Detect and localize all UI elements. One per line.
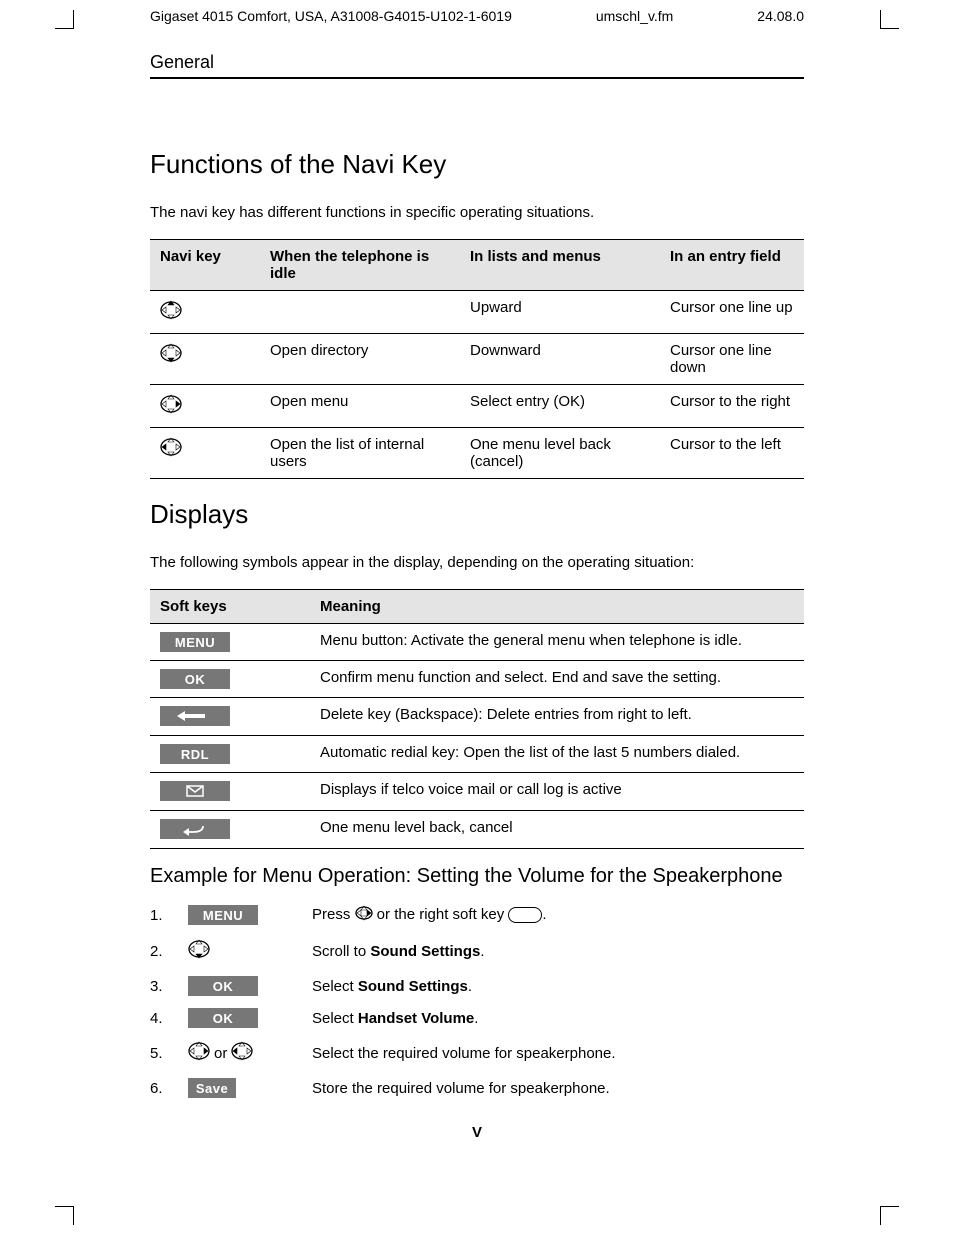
navi-icon-left: [231, 1040, 253, 1066]
softkey-row: One menu level back, cancel: [150, 811, 804, 849]
softkey-ok: OK: [188, 1008, 258, 1028]
navi-idle: [260, 291, 460, 334]
softkey-menu: MENU: [188, 905, 258, 925]
heading-example: Example for Menu Operation: Setting the …: [150, 865, 804, 888]
softkey-save: Save: [188, 1078, 236, 1098]
navi-list: Upward: [460, 291, 660, 334]
navi-entry: Cursor one line down: [660, 334, 804, 385]
step-item: OK Select Handset Volume.: [150, 1002, 804, 1034]
step-text: Select Handset Volume.: [312, 1010, 804, 1027]
navi-icon-right: [188, 1040, 210, 1066]
softkey-mail-icon: [160, 781, 230, 801]
navi-idle: Open the list of inter­nal users: [260, 428, 460, 479]
navi-table: Navi key When the tele­phone is idle In …: [150, 239, 804, 479]
navi-icon-right-inline: [355, 904, 373, 926]
navi-icon-right: [160, 393, 182, 419]
steps-list: MENU Press or the right soft key . Scrol…: [150, 898, 804, 1104]
heading-displays: Displays: [150, 499, 804, 530]
navi-row: Upward Cursor one line up: [150, 291, 804, 334]
step-item: OK Select Sound Settings.: [150, 970, 804, 1002]
step-text: Store the required volume for speakerpho…: [312, 1080, 804, 1097]
navi-list: Select entry (OK): [460, 385, 660, 428]
softkey-row: OK Confirm menu function and select. End…: [150, 661, 804, 698]
step-item: Save Store the required volume for speak…: [150, 1072, 804, 1104]
step-item: Scroll to Sound Settings.: [150, 932, 804, 970]
softkey-meaning: Displays if telco voice mail or call log…: [310, 773, 804, 811]
navi-th-idle: When the tele­phone is idle: [260, 240, 460, 291]
navi-th-list: In lists and menus: [460, 240, 660, 291]
softkey-row: Displays if telco voice mail or call log…: [150, 773, 804, 811]
softkey-table: Soft keys Meaning MENU Menu button: Acti…: [150, 589, 804, 849]
intro-displays: The following symbols appear in the disp…: [150, 554, 804, 571]
softkey-back-icon: [160, 819, 230, 839]
doc-date: 24.08.0: [757, 8, 804, 24]
softkey-ok: OK: [160, 669, 230, 689]
intro-functions: The navi key has different functions in …: [150, 204, 804, 221]
softkey-row: RDL Automatic redial key: Open the list …: [150, 736, 804, 773]
heading-functions: Functions of the Navi Key: [150, 149, 804, 180]
crop-mark-br: [880, 1206, 899, 1225]
navi-entry: Cursor one line up: [660, 291, 804, 334]
navi-icon-down: [160, 342, 182, 368]
navi-list: One menu level back (cancel): [460, 428, 660, 479]
navi-icon-down: [188, 938, 210, 964]
step-text: Select Sound Settings.: [312, 978, 804, 995]
step-text: Scroll to Sound Settings.: [312, 943, 804, 960]
softkey-meaning: Confirm menu function and select. End an…: [310, 661, 804, 698]
page-number: V: [150, 1124, 804, 1141]
step-item: or Select the required volume for speake…: [150, 1034, 804, 1072]
crop-mark-tl: [55, 10, 74, 29]
navi-th-entry: In an entry field: [660, 240, 804, 291]
crop-mark-bl: [55, 1206, 74, 1225]
running-head: General: [150, 52, 804, 79]
softkey-ok: OK: [188, 976, 258, 996]
navi-row: Open the list of inter­nal users One men…: [150, 428, 804, 479]
navi-row: Open menu Select entry (OK) Cursor to th…: [150, 385, 804, 428]
soft-th-key: Soft keys: [150, 590, 310, 624]
step-or: or: [214, 1045, 227, 1062]
softkey-meaning: Delete key (Backspace): Delete entries f…: [310, 698, 804, 736]
navi-idle: Open directory: [260, 334, 460, 385]
step-item: MENU Press or the right soft key .: [150, 898, 804, 932]
softkey-row: Delete key (Backspace): Delete entries f…: [150, 698, 804, 736]
softkey-menu: MENU: [160, 632, 230, 652]
softkey-meaning: Menu button: Activate the general menu w…: [310, 624, 804, 661]
navi-idle: Open menu: [260, 385, 460, 428]
step-text: Select the required volume for speakerph…: [312, 1045, 804, 1062]
navi-entry: Cursor to the right: [660, 385, 804, 428]
navi-row: Open directory Downward Cursor one line …: [150, 334, 804, 385]
navi-icon-up: [160, 299, 182, 325]
step-text: Press or the right soft key .: [312, 904, 804, 926]
doc-id: Gigaset 4015 Comfort, USA, A31008-G4015-…: [150, 8, 512, 24]
navi-th-key: Navi key: [150, 240, 260, 291]
softkey-oval-icon: [508, 907, 542, 923]
soft-th-meaning: Meaning: [310, 590, 804, 624]
softkey-rdl: RDL: [160, 744, 230, 764]
navi-icon-left: [160, 436, 182, 462]
softkey-backspace-icon: [160, 706, 230, 726]
crop-mark-tr: [880, 10, 899, 29]
doc-file: umschl_v.fm: [596, 8, 674, 24]
softkey-row: MENU Menu button: Activate the general m…: [150, 624, 804, 661]
navi-list: Downward: [460, 334, 660, 385]
softkey-meaning: One menu level back, cancel: [310, 811, 804, 849]
softkey-meaning: Automatic redial key: Open the list of t…: [310, 736, 804, 773]
navi-entry: Cursor to the left: [660, 428, 804, 479]
